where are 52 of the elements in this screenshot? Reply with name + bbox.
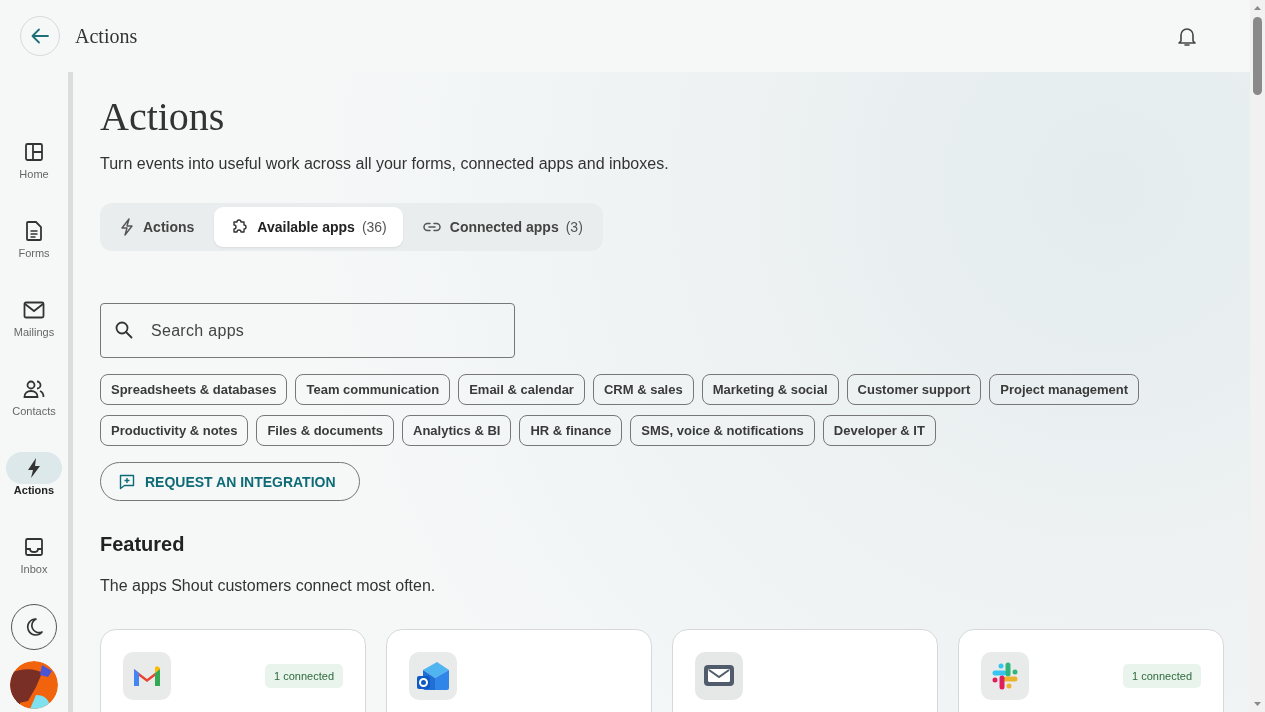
category-chip[interactable]: Developer & IT [822, 415, 936, 446]
puzzle-icon [230, 218, 249, 236]
category-chip[interactable]: Productivity & notes [100, 415, 249, 446]
app-card[interactable]: 1 connected [958, 629, 1224, 712]
section-description: The apps Shout customers connect most often. [100, 577, 437, 595]
section-title: Featured [100, 533, 186, 556]
tab[interactable]: Available apps (36) [214, 207, 403, 247]
category-chip[interactable]: Analytics & BI [402, 415, 512, 446]
avatar[interactable] [10, 661, 58, 709]
notifications-icon[interactable] [1178, 25, 1196, 47]
category-chip[interactable]: Spreadsheets & databases [100, 374, 288, 405]
category-chip[interactable]: Email & calendar [458, 374, 585, 405]
status-badge: 1 connected [265, 664, 343, 688]
category-chip[interactable]: Project management [989, 374, 1140, 405]
hash-logo-icon [981, 652, 1029, 700]
bolt-icon [120, 218, 134, 236]
category-chip[interactable]: CRM & sales [592, 374, 694, 405]
inbox-icon [24, 537, 44, 557]
mail-logo-icon [123, 652, 171, 700]
scrollbar[interactable] [1250, 0, 1265, 712]
page-header-title: Actions [75, 24, 138, 48]
link-icon [422, 222, 441, 232]
search-field[interactable]: Search apps [100, 303, 515, 358]
tab[interactable]: Actions [104, 207, 211, 247]
add-comment-icon [119, 473, 135, 490]
app-card[interactable] [386, 629, 652, 712]
sidebar-item[interactable]: Contacts [6, 373, 62, 421]
category-chip[interactable]: Team communication [295, 374, 451, 405]
bolt-icon [26, 457, 42, 479]
sidebar-item[interactable]: Forms [6, 215, 62, 263]
category-chip[interactable]: HR & finance [519, 415, 623, 446]
category-chip[interactable]: SMS, voice & notifications [630, 415, 815, 446]
document-icon [25, 221, 43, 241]
page-description: Turn events into useful work across all your forms, connected apps and inboxes. [100, 155, 670, 173]
sidebar-item[interactable]: Home [6, 136, 62, 184]
envelope-icon [695, 652, 743, 700]
app-card[interactable]: 1 connected [100, 629, 366, 712]
mail-logo-icon [409, 652, 457, 700]
envelope-icon [23, 301, 45, 319]
tab[interactable]: Connected apps (3) [406, 207, 599, 247]
people-icon [23, 379, 45, 399]
sidebar-item[interactable]: Inbox [6, 531, 62, 579]
status-badge: 1 connected [1123, 664, 1201, 688]
category-chip[interactable]: Marketing & social [701, 374, 839, 405]
layout-icon [24, 142, 44, 162]
category-chip[interactable]: Customer support [846, 374, 982, 405]
moon-icon [24, 617, 44, 637]
sidebar-item[interactable]: Mailings [6, 294, 62, 342]
category-chip[interactable]: Files & documents [256, 415, 394, 446]
arrow-left-icon [31, 28, 49, 44]
page-title: Actions [100, 93, 226, 141]
search-icon [115, 321, 133, 339]
